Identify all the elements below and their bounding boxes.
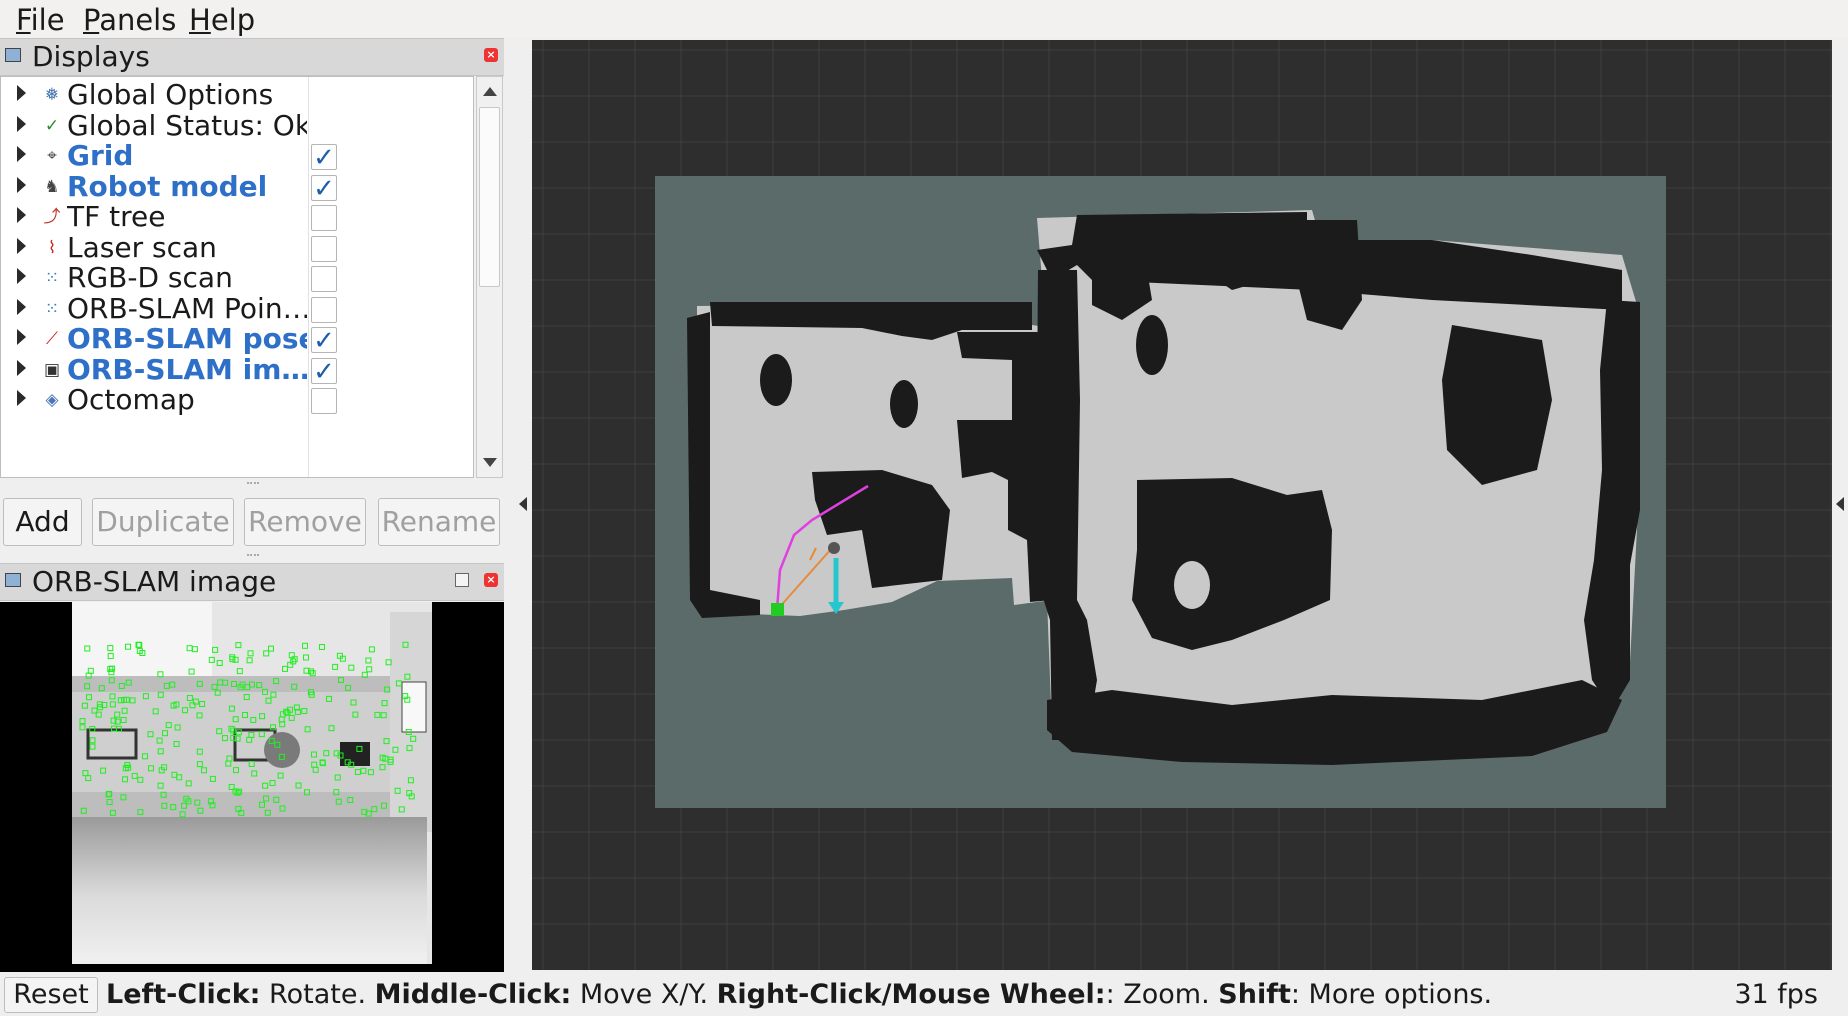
expand-arrow-icon[interactable] [17,268,26,284]
orb-slam-image-view [0,602,504,972]
display-enabled-checkbox[interactable]: ✓ [311,327,337,354]
map-obstacle [890,380,918,428]
help-key: Middle-Click: [374,979,572,1010]
mouse-help-text: Left-Click: Rotate. Middle-Click: Move X… [106,977,1492,1013]
3d-render-view[interactable] [532,40,1832,970]
axes-icon: ⤴ [43,207,61,227]
help-desc: : More options. [1290,979,1493,1010]
display-item[interactable]: ◈ Octomap [1,382,473,418]
collapse-left-icon[interactable] [519,497,527,511]
rename-button[interactable]: Rename [378,498,500,546]
close-icon[interactable]: × [484,48,498,62]
help-key: Right-Click/Mouse Wheel: [716,979,1106,1010]
expand-arrow-icon[interactable] [17,329,26,345]
camera-info-bar [72,964,432,972]
expand-arrow-icon[interactable] [17,359,26,376]
camera-frame [72,602,432,972]
image-icon: ▣ [43,359,61,380]
splitter-handle[interactable] [247,482,259,488]
image-panel-header: ORB-SLAM image × [0,563,504,601]
robot-marker [828,542,840,554]
scroll-down-icon[interactable] [483,458,497,467]
expand-arrow-icon[interactable] [17,298,26,315]
map-obstacle [760,354,792,406]
scene-canvas[interactable] [532,40,1832,970]
status-bar: Reset Left-Click: Rotate. Middle-Click: … [0,974,1848,1016]
monitor-icon [5,48,21,62]
display-enabled-checkbox[interactable]: ✓ [311,144,337,171]
chair [340,742,370,766]
occupancy-map [655,176,1666,808]
scroll-up-icon[interactable] [483,87,497,96]
map-obstacle [1297,220,1362,330]
menu-file[interactable]: File [16,3,65,37]
display-enabled-checkbox[interactable]: ✓ [311,174,337,202]
display-enabled-checkbox[interactable]: ✓ [311,357,337,385]
display-enabled-checkbox[interactable] [311,296,337,323]
pointcloud-icon: ⁙ [44,268,60,288]
pose-arrow-icon: ⟋ [46,329,58,349]
menu-panels[interactable]: Panels [83,3,176,37]
expand-arrow-icon[interactable] [17,176,26,193]
expand-arrow-icon[interactable] [17,146,26,162]
display-item-label: Octomap [67,383,195,416]
display-enabled-checkbox[interactable] [311,388,337,414]
displays-panel-title: Displays [32,40,150,73]
picture-frame [401,681,427,733]
floor [72,817,427,972]
image-panel-title: ORB-SLAM image [32,565,277,598]
displays-panel-header: Displays × [0,38,504,76]
octomap-icon: ◈ [45,390,59,410]
image-icon [5,573,21,587]
menu-bar: File Panels Help [0,0,1848,38]
display-enabled-checkbox[interactable] [311,266,337,292]
menu-help[interactable]: Help [189,3,255,37]
splitter-handle[interactable] [247,554,259,560]
help-key: Shift [1218,979,1291,1010]
help-key: Left-Click: [106,979,261,1010]
expand-arrow-icon[interactable] [17,207,26,223]
check-icon: ✓ [44,115,60,136]
map-free-pocket [1174,561,1210,609]
scroll-thumb[interactable] [479,107,500,287]
pointcloud-icon: ⁙ [44,298,60,319]
collapse-right-icon[interactable] [1836,497,1844,511]
reset-button[interactable]: Reset [4,977,98,1013]
displays-tree: ❅ Global Options ✓ Global Status: Ok ⌖ Grid ✓ ♞… [0,76,474,478]
add-button[interactable]: Add [3,498,82,546]
help-desc: Move X/Y. [571,979,717,1010]
map-obstacle [1442,325,1552,485]
close-icon[interactable]: × [484,573,498,587]
keyframe-marker [771,603,784,616]
map-obstacle [1136,315,1168,375]
gear-icon: ❅ [44,85,60,105]
undock-icon[interactable] [455,573,469,587]
robot-icon: ♞ [44,176,60,197]
expand-arrow-icon[interactable] [17,390,26,406]
display-enabled-checkbox[interactable] [311,235,337,262]
help-desc: Rotate. [260,979,375,1010]
grid-icon: ⌖ [47,146,57,166]
expand-arrow-icon[interactable] [17,85,26,101]
remove-button[interactable]: Remove [244,498,366,546]
sphere-object [264,732,300,768]
fps-counter: 31 fps [1734,979,1818,1010]
duplicate-button[interactable]: Duplicate [92,498,234,546]
display-enabled-checkbox[interactable] [311,205,337,231]
help-desc: : Zoom. [1105,979,1219,1010]
displays-scrollbar[interactable] [476,76,503,478]
expand-arrow-icon[interactable] [17,237,26,254]
laser-icon: ⌇ [47,237,57,258]
expand-arrow-icon[interactable] [17,115,26,132]
